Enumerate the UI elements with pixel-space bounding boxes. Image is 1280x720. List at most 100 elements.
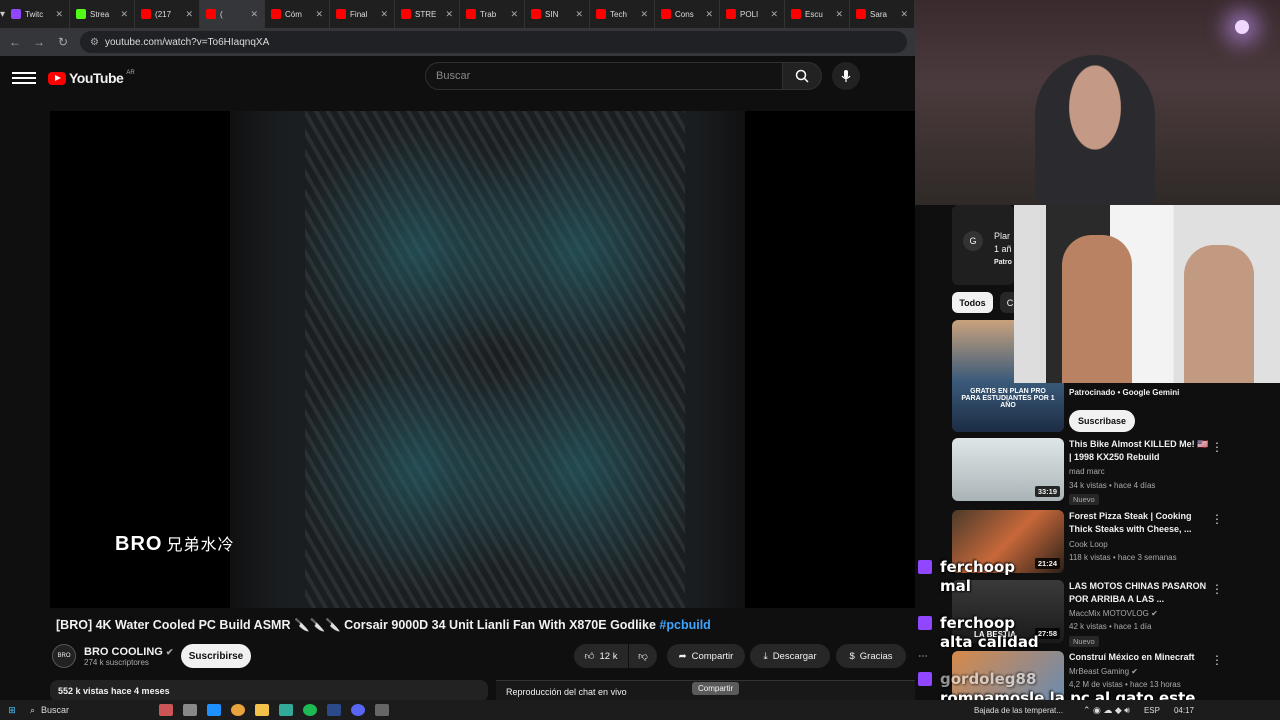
related-title-2[interactable]: Forest Pizza Steak | Cooking Thick Steak… — [1069, 510, 1209, 536]
related-channel-3[interactable]: MaccMix MOTOVLOG ✔ — [1069, 609, 1158, 618]
reload-icon[interactable]: ↻ — [56, 35, 70, 49]
edge-icon[interactable] — [207, 704, 221, 716]
more-options-icon[interactable]: ⋮ — [1211, 440, 1223, 454]
spotify-icon[interactable] — [303, 704, 317, 716]
close-tab-icon[interactable]: ✕ — [185, 9, 193, 20]
chrome-icon[interactable] — [231, 704, 245, 716]
ad-subscribe-button[interactable]: Suscribase — [1069, 410, 1135, 432]
browser-tab[interactable]: Cóm ✕ — [265, 0, 331, 28]
dislike-button[interactable]: 👎︎ — [629, 644, 657, 668]
close-tab-icon[interactable]: ✕ — [120, 9, 128, 20]
youtube-play-icon — [48, 71, 66, 85]
promo-card[interactable]: G Plar 1 añ Patro — [952, 205, 1014, 285]
promo-avatar: G — [963, 231, 983, 251]
windows-start-icon[interactable]: ⊞ — [0, 705, 24, 716]
tab-favicon-icon — [401, 9, 412, 19]
tab-label: Trab — [480, 9, 497, 19]
forward-icon[interactable]: → — [32, 35, 46, 49]
download-button[interactable]: ⤓ Descargar — [750, 644, 830, 668]
discord-icon[interactable] — [351, 704, 365, 716]
browser-tab[interactable]: Strea ✕ — [70, 0, 136, 28]
menu-icon[interactable] — [12, 72, 36, 84]
related-thumb-1[interactable]: 33:19 — [952, 438, 1064, 501]
close-tab-icon[interactable]: ✕ — [55, 9, 63, 20]
system-tray-icons[interactable]: ⌃ ◉ ☁ ◆ 🔊︎ — [1083, 705, 1130, 716]
thanks-button[interactable]: $ Gracias — [836, 644, 906, 668]
tab-favicon-icon — [11, 9, 22, 19]
search-input[interactable]: Buscar — [425, 62, 783, 90]
clock[interactable]: 04:17 — [1174, 706, 1194, 715]
chat-user-3: gordoleg88 — [940, 670, 1037, 688]
related-title-1[interactable]: This Bike Almost KILLED Me! 🇺🇸 | 1998 KX… — [1069, 438, 1209, 464]
browser-tab[interactable]: STRE ✕ — [395, 0, 461, 28]
browser-tab[interactable]: Trab ✕ — [460, 0, 526, 28]
more-options-icon[interactable]: ⋮ — [1211, 582, 1223, 596]
close-tab-icon[interactable]: ✕ — [380, 9, 388, 20]
hashtag-link[interactable]: #pcbuild — [659, 618, 710, 632]
close-tab-icon[interactable]: ✕ — [770, 9, 778, 20]
like-button[interactable]: 👍︎ 12 k — [574, 644, 628, 668]
close-tab-icon[interactable]: ✕ — [315, 9, 323, 20]
close-tab-icon[interactable]: ✕ — [900, 9, 908, 20]
site-info-icon[interactable]: ⚙ — [90, 37, 99, 48]
back-icon[interactable]: ← — [8, 35, 22, 49]
search-button[interactable] — [782, 62, 822, 90]
browser-tab[interactable]: POLI ✕ — [720, 0, 786, 28]
share-button[interactable]: ➦ Compartir — [667, 644, 745, 668]
browser-tab[interactable]: (✕ — [200, 0, 266, 28]
task-view-icon[interactable] — [183, 704, 197, 716]
file-explorer-icon[interactable] — [255, 704, 269, 716]
twitch-icon — [918, 672, 932, 686]
taskbar-search[interactable]: ⌕ Buscar — [24, 705, 154, 716]
related-meta-3: 42 k vistas • hace 1 día — [1069, 622, 1152, 631]
more-options-icon[interactable]: ⋮ — [1211, 512, 1223, 526]
close-tab-icon[interactable]: ✕ — [250, 9, 258, 20]
browser-tab[interactable]: Sara ✕ — [850, 0, 915, 28]
browser-tab[interactable]: Cons ✕ — [655, 0, 721, 28]
voice-search-button[interactable] — [832, 62, 860, 90]
tab-favicon-icon — [661, 9, 672, 19]
url-field[interactable]: ⚙ youtube.com/watch?v=To6HIaqnqXA — [80, 31, 907, 53]
related-channel-2[interactable]: Cook Loop — [1069, 540, 1108, 549]
more-actions-icon[interactable]: ⋯ — [911, 644, 935, 668]
meme-overlay-image — [1014, 205, 1280, 383]
chip-all[interactable]: Todos — [952, 292, 993, 313]
subscribe-button[interactable]: Suscribirse — [181, 644, 251, 668]
tab-label: Cóm — [285, 9, 302, 19]
browser-tab[interactable]: Twitc ✕ — [5, 0, 71, 28]
notification-text[interactable]: Bajada de las temperat... — [974, 706, 1063, 715]
close-tab-icon[interactable]: ✕ — [705, 9, 713, 20]
video-player[interactable]: BRO 兄弟水冷 — [50, 111, 915, 608]
share-tooltip: Compartir — [692, 682, 740, 695]
close-tab-icon[interactable]: ✕ — [445, 9, 453, 20]
steam-icon[interactable] — [327, 704, 341, 716]
youtube-header: YouTube AR Buscar — [0, 56, 915, 100]
channel-avatar[interactable]: BRO — [52, 644, 76, 668]
close-tab-icon[interactable]: ✕ — [575, 9, 583, 20]
browser-tab[interactable]: SIN ✕ — [525, 0, 591, 28]
related-title-4[interactable]: Construí México en Minecraft — [1069, 651, 1209, 664]
browser-tab[interactable]: Escu ✕ — [785, 0, 851, 28]
more-options-icon[interactable]: ⋮ — [1211, 653, 1223, 667]
close-tab-icon[interactable]: ✕ — [510, 9, 518, 20]
related-channel-1[interactable]: mad marc — [1069, 467, 1105, 476]
new-badge-3: Nuevo — [1069, 636, 1099, 647]
youtube-logo[interactable]: YouTube AR — [48, 70, 135, 86]
channel-name[interactable]: BRO COOLING ✔ — [84, 646, 173, 658]
taskbar-app-icon[interactable] — [375, 704, 389, 716]
language-indicator[interactable]: ESP — [1144, 706, 1160, 715]
related-channel-4[interactable]: MrBeast Gaming ✔ — [1069, 667, 1138, 676]
close-tab-icon[interactable]: ✕ — [835, 9, 843, 20]
browser-tab[interactable]: Tech ✕ — [590, 0, 656, 28]
taskbar-app-icon[interactable] — [279, 704, 293, 716]
browser-tab[interactable]: Final ✕ — [330, 0, 396, 28]
tab-favicon-icon — [76, 9, 87, 19]
ad-sponsor: Patrocinado • Google Gemini — [1069, 388, 1180, 397]
description-box[interactable]: 552 k vistas hace 4 meses — [50, 680, 488, 702]
related-title-3[interactable]: LAS MOTOS CHINAS PASARON POR ARRIBA A LA… — [1069, 580, 1209, 606]
close-tab-icon[interactable]: ✕ — [640, 9, 648, 20]
thanks-icon: $ — [849, 650, 855, 662]
taskbar-app-icon[interactable] — [159, 704, 173, 716]
video-title: [BRO] 4K Water Cooled PC Build ASMR 🔪🔪🔪 … — [56, 618, 711, 632]
browser-tab[interactable]: (217 ✕ — [135, 0, 201, 28]
